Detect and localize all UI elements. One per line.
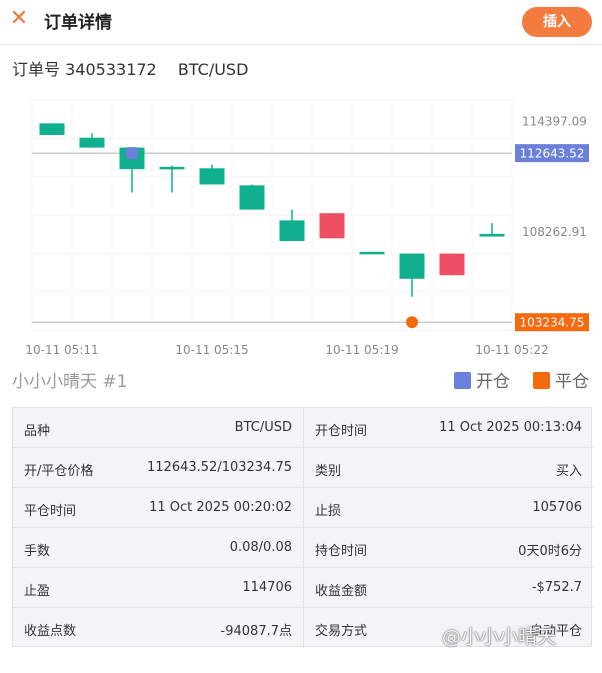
candle-body <box>479 233 505 237</box>
candle-body <box>159 166 185 170</box>
chart-legend: 小小小晴天 #1 开仓 平仓 <box>0 363 602 393</box>
detail-cell: 品种 BTC/USD <box>13 408 303 448</box>
account-name: 小小小晴天 #1 <box>12 372 128 392</box>
close-marker-icon <box>406 316 418 329</box>
header-bar: ✕ 订单详情 插入 <box>0 0 602 45</box>
detail-label: 品种 <box>24 424 51 439</box>
candlestick-chart: 112643.52 103234.75 114397.09 108262.91 10-1… <box>25 99 589 357</box>
detail-value: 11 Oct 2025 00:20:02 <box>149 500 292 515</box>
open-marker-icon <box>126 147 138 160</box>
detail-value: 0.08/0.08 <box>229 540 292 555</box>
detail-label: 持仓时间 <box>315 544 368 559</box>
detail-label: 类别 <box>315 464 342 479</box>
insert-button[interactable]: 插入 <box>522 7 592 37</box>
detail-cell: 止盈 114706 <box>13 568 303 608</box>
detail-value: 112643.52/103234.75 <box>147 460 292 475</box>
detail-label: 平仓时间 <box>24 504 77 519</box>
legend-close-label: 平仓 <box>555 372 589 392</box>
close-price-label: 103234.75 <box>520 316 585 330</box>
open-price-label: 112643.52 <box>520 147 585 161</box>
x-tick-label: 10-11 05:11 <box>25 343 98 357</box>
candle-body <box>199 168 225 185</box>
detail-cell: 手数 0.08/0.08 <box>13 528 303 568</box>
close-icon[interactable]: ✕ <box>8 8 30 30</box>
y-tick-label: 108262.91 <box>522 225 587 239</box>
candle-body <box>359 251 385 255</box>
detail-label: 开仓时间 <box>315 424 368 439</box>
detail-cell: 收益点数 -94087.7点 <box>13 608 303 648</box>
candle-body <box>279 220 305 242</box>
candle-body <box>399 253 425 279</box>
detail-label: 开/平仓价格 <box>24 464 94 479</box>
order-info: 订单号 340533172 BTC/USD <box>12 56 248 80</box>
detail-value: 买入 <box>555 464 582 479</box>
order-number-label: 订单号 <box>12 60 61 79</box>
detail-value: -$752.7 <box>531 580 582 595</box>
detail-cell: 持仓时间 0天0时6分 <box>303 528 593 568</box>
x-tick-label: 10-11 05:15 <box>175 343 248 357</box>
legend-close: 平仓 <box>533 367 589 392</box>
y-tick-label: 114397.09 <box>522 115 587 129</box>
detail-label: 收益金额 <box>315 584 368 599</box>
detail-label: 收益点数 <box>24 624 77 639</box>
candle-body <box>39 123 65 136</box>
order-details-table: 品种 BTC/USD 开仓时间 11 Oct 2025 00:13:04 开/平仓价… <box>12 407 593 648</box>
legend-open: 开仓 <box>454 367 510 392</box>
candle-body <box>319 213 345 239</box>
candle-body <box>79 137 105 148</box>
candle-body <box>239 185 265 210</box>
detail-value: 11 Oct 2025 00:13:04 <box>439 420 582 435</box>
detail-cell: 止损 105706 <box>303 488 593 528</box>
page-title: 订单详情 <box>44 13 112 33</box>
detail-cell: 开仓时间 11 Oct 2025 00:13:04 <box>303 408 593 448</box>
detail-value: -94087.7点 <box>220 624 292 639</box>
detail-label: 手数 <box>24 544 51 559</box>
detail-value: 114706 <box>242 580 292 595</box>
detail-cell: 开/平仓价格 112643.52/103234.75 <box>13 448 303 488</box>
order-symbol: BTC/USD <box>177 60 249 79</box>
close-swatch-icon <box>533 372 550 389</box>
detail-label: 止损 <box>315 504 342 519</box>
detail-label: 止盈 <box>24 584 51 599</box>
detail-label: 交易方式 <box>315 624 368 639</box>
legend-open-label: 开仓 <box>476 372 510 392</box>
detail-cell: 收益金额 -$752.7 <box>303 568 593 608</box>
detail-cell: 类别 买入 <box>303 448 593 488</box>
detail-value: 105706 <box>532 500 582 515</box>
x-tick-label: 10-11 05:22 <box>475 343 548 357</box>
candle-body <box>439 253 465 276</box>
order-number: 340533172 <box>65 60 157 79</box>
open-swatch-icon <box>454 372 471 389</box>
detail-value: BTC/USD <box>234 420 292 435</box>
detail-cell: 平仓时间 11 Oct 2025 00:20:02 <box>13 488 303 528</box>
x-tick-label: 10-11 05:19 <box>325 343 398 357</box>
detail-value: 0天0时6分 <box>518 544 582 559</box>
watermark: @小小小晴天 <box>442 626 557 648</box>
